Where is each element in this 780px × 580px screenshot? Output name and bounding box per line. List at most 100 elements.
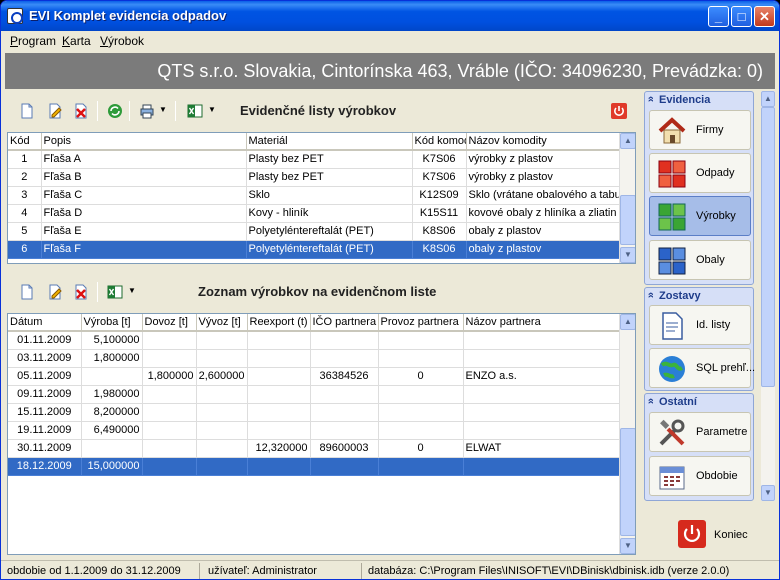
sidebar-item-obdobie[interactable]: Obdobie (649, 456, 751, 496)
scroll-thumb[interactable] (761, 107, 775, 387)
title-bar[interactable]: EVI Komplet evidencia odpadov _ □ ✕ (1, 1, 779, 31)
bottom-grid-scrollbar[interactable]: ▲ ▼ (619, 314, 635, 554)
column-header-nazov-komodity[interactable]: Názov komodity (466, 133, 620, 151)
scroll-thumb[interactable] (620, 428, 635, 536)
column-header-dovoz[interactable]: Dovoz [t] (142, 314, 197, 332)
product-list-grid[interactable]: Dátum Výroba [t] Dovoz [t] Vývoz [t] Ree… (7, 313, 636, 555)
exit-button[interactable]: Koniec (644, 504, 775, 556)
blue-blocks-icon (658, 247, 686, 275)
status-bar: obdobie od 1.1.2009 do 31.12.2009 užívat… (1, 560, 779, 579)
table-row-selected[interactable]: 18.12.2009 15,000000 (8, 457, 620, 476)
table-row[interactable]: 09.11.2009 1,980000 (8, 385, 620, 404)
evidence-list-grid[interactable]: Kód Popis Materiál Kód komod Názov komod… (7, 132, 636, 264)
group-ostatni: Ostatní Parametre Obdobie (644, 393, 754, 501)
excel-dropdown-icon[interactable]: ▼ (208, 105, 216, 114)
cell-popis: Fľaša E (41, 222, 247, 241)
table-row[interactable]: 1 Fľaša A Plasty bez PET K7S06 výrobky z pla… (8, 150, 620, 169)
maximize-button[interactable]: □ (731, 6, 752, 27)
scroll-up-icon[interactable]: ▲ (620, 314, 635, 330)
table-row[interactable]: 19.11.2009 6,490000 (8, 421, 620, 440)
status-user: užívateľ: Administrator (208, 565, 317, 577)
table-row[interactable]: 05.11.2009 1,800000 2,600000 36384526 0 ENZO … (8, 367, 620, 386)
scroll-down-icon[interactable]: ▼ (620, 538, 635, 554)
edit-document-icon[interactable] (47, 103, 63, 119)
cell-nazov-partnera: ELWAT (463, 439, 620, 458)
sidebar-item-label: SQL prehľ... (696, 362, 756, 374)
menu-karta[interactable]: Karta (62, 34, 91, 48)
sidebar-item-parametre[interactable]: Parametre (649, 412, 751, 452)
column-header-popis[interactable]: Popis (41, 133, 247, 151)
table-row[interactable]: 2 Fľaša B Plasty bez PET K7S06 výrobky z pla… (8, 168, 620, 187)
print-dropdown-icon[interactable]: ▼ (159, 105, 167, 114)
edit-document-icon[interactable] (47, 284, 63, 300)
sidebar-item-id-listy[interactable]: Id. listy (649, 305, 751, 345)
sidebar-item-firmy[interactable]: Firmy (649, 110, 751, 150)
excel-dropdown-icon[interactable]: ▼ (128, 286, 136, 295)
cell-ico-partnera: 36384526 (310, 367, 379, 386)
top-grid-scrollbar[interactable]: ▲ ▼ (619, 133, 635, 263)
cell-dovoz (142, 385, 197, 404)
column-header-kod[interactable]: Kód (8, 133, 42, 151)
navigation-sidebar: Evidencia Firmy Odpady Výrobky Obaly Zos… (641, 91, 761, 561)
refresh-icon[interactable] (107, 103, 123, 119)
table-row[interactable]: 5 Fľaša E Polyetyléntereftalát (PET) K8S06 o… (8, 222, 620, 241)
table-row[interactable]: 30.11.2009 12,320000 89600003 0 ELWAT (8, 439, 620, 458)
menu-program[interactable]: Program (10, 34, 56, 48)
cell-reexport (247, 385, 311, 404)
power-off-icon[interactable] (611, 103, 627, 119)
cell-provoz-partnera: 0 (378, 367, 464, 386)
column-header-ico-partnera[interactable]: IČO partnera (310, 314, 379, 332)
scroll-up-icon[interactable]: ▲ (761, 91, 775, 107)
table-row-selected[interactable]: 6 Fľaša F Polyetyléntereftalát (PET) K8S06 o… (8, 240, 620, 259)
scroll-down-icon[interactable]: ▼ (761, 485, 775, 501)
group-zostavy: Zostavy Id. listy SQL prehľ... (644, 287, 755, 391)
table-row[interactable]: 01.11.2009 5,100000 (8, 331, 620, 350)
table-row[interactable]: 15.11.2009 8,200000 (8, 403, 620, 422)
top-toolbar: ▼ ▼ Evidenčné listy výrobkov (5, 91, 637, 131)
cell-nazov-partnera (463, 331, 620, 350)
house-icon (658, 117, 686, 144)
sidebar-item-odpady[interactable]: Odpady (649, 153, 751, 193)
grid-header: Kód Popis Materiál Kód komod Názov komod… (8, 133, 620, 151)
scroll-thumb[interactable] (620, 195, 635, 245)
sidebar-scrollbar[interactable]: ▲ ▼ (761, 91, 775, 501)
column-header-vyvoz[interactable]: Vývoz [t] (196, 314, 248, 332)
sidebar-item-label: Obaly (696, 254, 725, 266)
delete-document-icon[interactable] (73, 284, 89, 300)
app-icon[interactable] (7, 8, 23, 24)
status-period: obdobie od 1.1.2009 do 31.12.2009 (7, 565, 181, 577)
close-button[interactable]: ✕ (754, 6, 775, 27)
table-row[interactable]: 03.11.2009 1,800000 (8, 349, 620, 368)
cell-vyvoz (196, 403, 248, 422)
column-header-kod-komodity[interactable]: Kód komod (412, 133, 467, 151)
new-document-icon[interactable] (19, 103, 35, 119)
table-row[interactable]: 3 Fľaša C Sklo K12S09 Sklo (vrátane obalovéh… (8, 186, 620, 205)
excel-export-icon[interactable] (187, 103, 203, 119)
column-header-reexport[interactable]: Reexport (t) (247, 314, 311, 332)
cell-datum: 30.11.2009 (8, 439, 82, 458)
group-title-zostavy[interactable]: Zostavy (645, 288, 753, 304)
new-document-icon[interactable] (19, 284, 35, 300)
sidebar-item-obaly[interactable]: Obaly (649, 240, 751, 280)
column-header-vyroba[interactable]: Výroba [t] (81, 314, 143, 332)
cell-provoz-partnera (378, 457, 464, 476)
table-row[interactable]: 4 Fľaša D Kovy - hliník K15S11 kovové obaly … (8, 204, 620, 223)
cell-dovoz (142, 457, 197, 476)
column-header-provoz-partnera[interactable]: Provoz partnera (378, 314, 464, 332)
minimize-button[interactable]: _ (708, 6, 729, 27)
cell-ico-partnera: 89600003 (310, 439, 379, 458)
group-title-ostatni[interactable]: Ostatní (645, 394, 753, 410)
excel-export-icon[interactable] (107, 284, 123, 300)
column-header-nazov-partnera[interactable]: Názov partnera (463, 314, 620, 332)
column-header-material[interactable]: Materiál (246, 133, 413, 151)
sidebar-item-vyrobky[interactable]: Výrobky (649, 196, 751, 236)
sidebar-item-sql-prehlad[interactable]: SQL prehľ... (649, 348, 755, 388)
column-header-datum[interactable]: Dátum (8, 314, 82, 332)
scroll-up-icon[interactable]: ▲ (620, 133, 635, 149)
delete-document-icon[interactable] (73, 103, 89, 119)
group-title-evidencia[interactable]: Evidencia (645, 92, 753, 108)
print-icon[interactable] (139, 103, 155, 119)
scroll-down-icon[interactable]: ▼ (620, 247, 635, 263)
menu-vyrobok[interactable]: Výrobok (100, 34, 144, 48)
cell-ico-partnera (310, 349, 379, 368)
